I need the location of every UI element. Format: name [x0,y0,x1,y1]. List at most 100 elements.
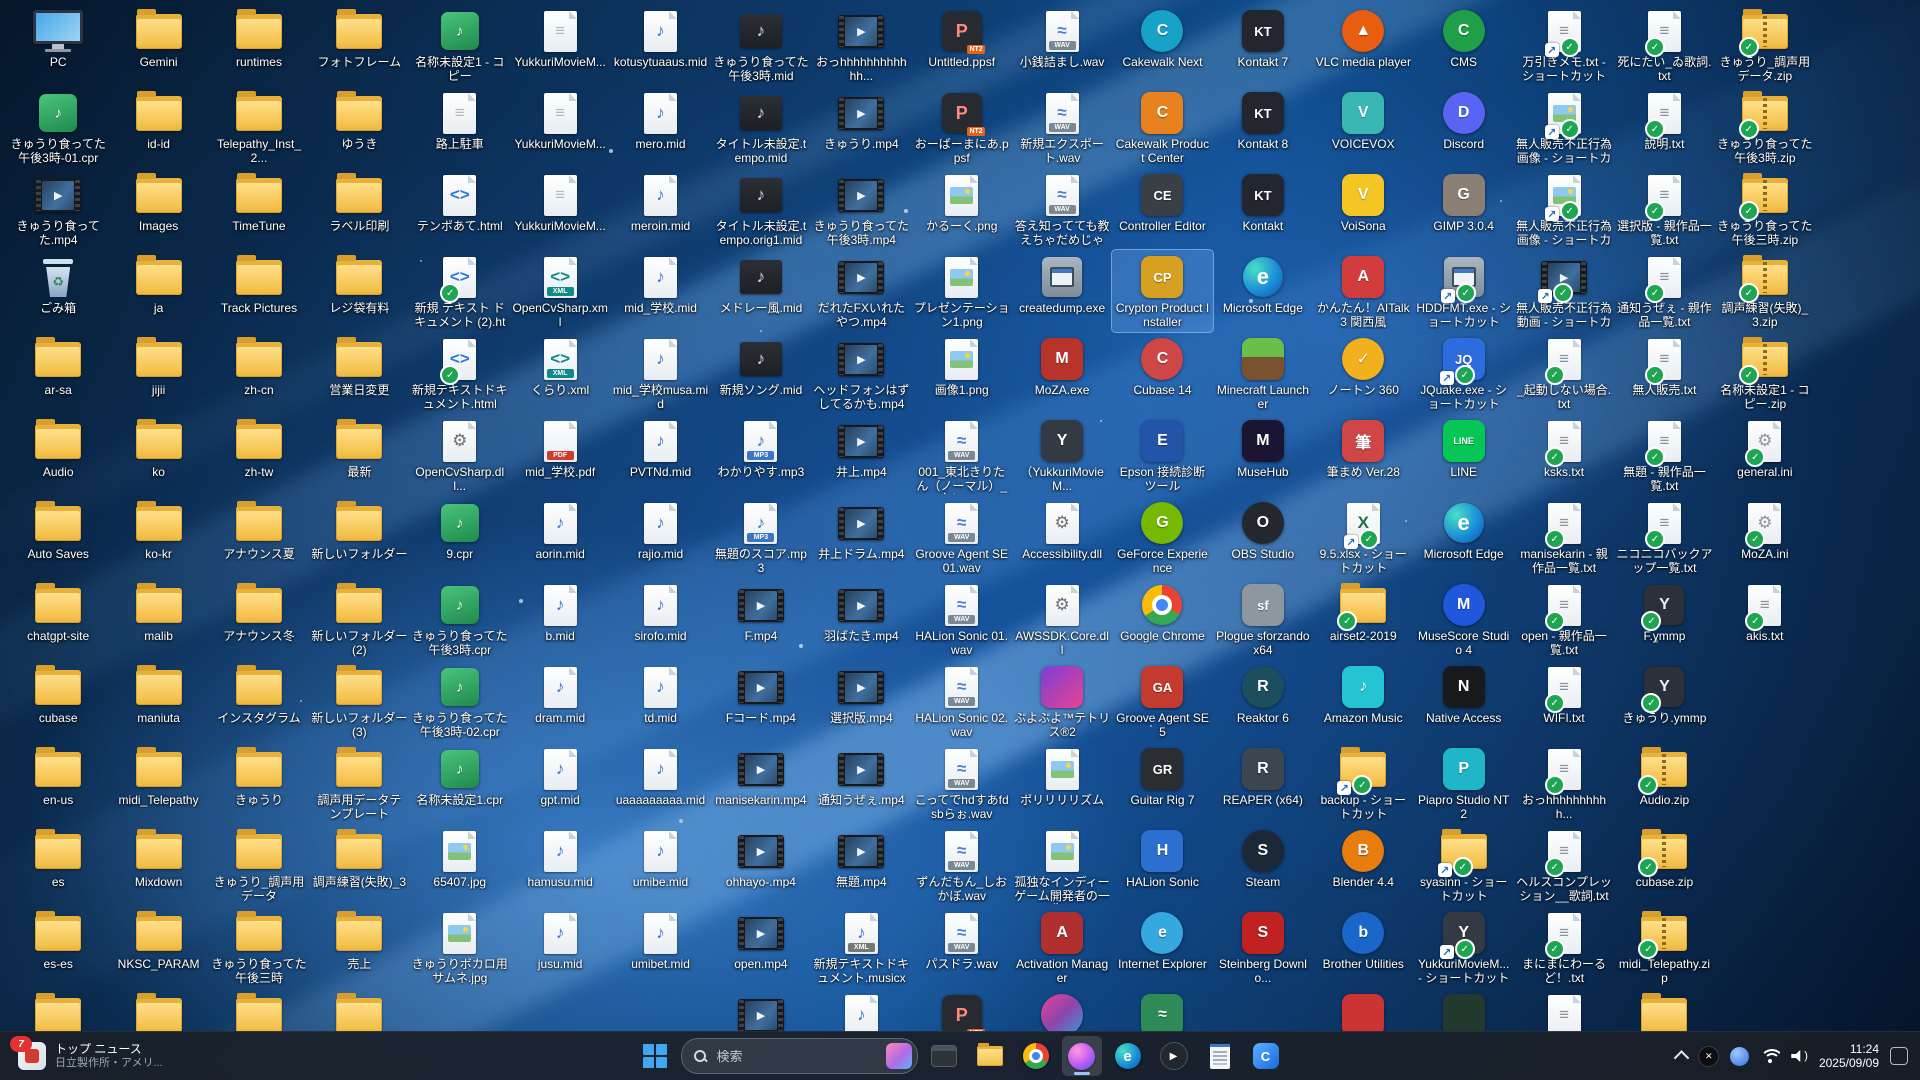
desktop-icon[interactable]: ↗✓無人販売不正行為画像 - ショートカット [1514,168,1614,250]
desktop-icon[interactable]: ≡↗✓万引きメモ.txt - ショートカット [1514,4,1614,86]
desktop-icon[interactable]: レジ袋有料 [309,250,409,332]
desktop-icon[interactable]: GAGroove Agent SE 5 [1112,660,1212,742]
desktop-icon[interactable]: SSteam [1213,824,1313,906]
desktop-icon[interactable]: ▶井上ドラム.mp4 [811,496,911,578]
desktop-icon[interactable]: ♪ [811,988,911,1032]
desktop-icon[interactable]: ✓きゅうり食ってた午後3時.zip [1715,86,1815,168]
desktop-icon[interactable]: GGeForce Experience [1112,496,1212,578]
desktop-icon[interactable]: zh-tw [209,414,309,496]
desktop-icon[interactable]: Google Chrome [1112,578,1212,660]
desktop-icon[interactable]: ✓ノートン 360 [1313,332,1413,414]
desktop-icon[interactable]: NNative Access [1413,660,1513,742]
chrome-icon[interactable] [1016,1036,1056,1076]
desktop-icon[interactable]: ♪9.cpr [410,496,510,578]
desktop-icon[interactable]: MMuseScore Studio 4 [1413,578,1513,660]
desktop-icon[interactable]: ▶きゅうり食ってた午後3時.mp4 [811,168,911,250]
desktop-icon[interactable]: ja [108,250,208,332]
desktop-icon[interactable]: ≈WAVパスドラ.wav [912,906,1012,988]
notification-icon[interactable] [1890,1047,1908,1065]
desktop-icon[interactable]: ≈WAVHALion Sonic 01.wav [912,578,1012,660]
desktop-icon[interactable]: ✓きゅうり食ってた午後三時.zip [1715,168,1815,250]
file-explorer-icon[interactable] [970,1036,1010,1076]
desktop-icon[interactable]: BBlender 4.4 [1313,824,1413,906]
desktop-icon[interactable]: ▶だれたFXいれたやつ.mp4 [811,250,911,332]
desktop-icon[interactable]: ♪meroin.mid [610,168,710,250]
desktop-icon[interactable]: ≡✓無人販売.txt [1614,332,1714,414]
desktop-icon[interactable]: ⚙OpenCvSharp.dll... [410,414,510,496]
desktop-icon[interactable]: ≈WAV答え知ってても教えちゃだめじゃん.wav [1012,168,1112,250]
desktop-icon[interactable]: ▶無題.mp4 [811,824,911,906]
desktop-icon[interactable]: 新しいフォルダー [309,496,409,578]
desktop-icon[interactable]: ♪jusu.mid [510,906,610,988]
desktop-icon[interactable]: ▶きゅうり.mp4 [811,86,911,168]
desktop-icon[interactable]: zh-cn [209,332,309,414]
desktop-icon[interactable] [1413,988,1513,1032]
desktop-icon[interactable]: ♪タイトル未設定.tempo.mid [711,86,811,168]
desktop-icon[interactable]: ≈ [1112,988,1212,1032]
desktop-icon[interactable] [309,988,409,1032]
desktop-icon[interactable]: ♪PVTNd.mid [610,414,710,496]
desktop-icon[interactable]: <>XMLくらり.xml [510,332,610,414]
volume-icon[interactable]: ) [1791,1050,1808,1062]
desktop-icon[interactable]: ゆうき [309,86,409,168]
desktop-icon[interactable]: 営業日変更 [309,332,409,414]
desktop-icon[interactable]: Mixdown [108,824,208,906]
desktop-icon[interactable]: malib [108,578,208,660]
desktop-icon[interactable]: <>✓新規テキストドキュメント.html [410,332,510,414]
desktop-icon[interactable]: インスタグラム [209,660,309,742]
desktop-icon[interactable]: OOBS Studio [1213,496,1313,578]
desktop-icon[interactable]: ≡✓ニコニコバックアップ一覧.txt [1614,496,1714,578]
desktop-icon[interactable]: MMoZA.exe [1012,332,1112,414]
desktop-icon[interactable]: ♪uaaaaaaaaa.mid [610,742,710,824]
desktop-icon[interactable]: ♪umibet.mid [610,906,710,988]
desktop-icon[interactable] [209,988,309,1032]
desktop-icon[interactable]: 調声練習(失敗)_3 [309,824,409,906]
desktop-icon[interactable]: ⚙AWSSDK.Core.dll [1012,578,1112,660]
blue-app-icon[interactable]: C [1246,1036,1286,1076]
desktop-icon[interactable]: PNT2 [912,988,1012,1032]
desktop-icon[interactable]: ▲VLC media player [1313,4,1413,86]
desktop-icon[interactable]: ≈WAVこってでhdすあfdsbらぉ.wav [912,742,1012,824]
tray-x-app-icon[interactable]: ✕ [1698,1046,1719,1067]
desktop-icon[interactable]: ≡✓manisekarin - 親作品一覧.txt [1514,496,1614,578]
desktop-icon[interactable]: ♪Amazon Music [1313,660,1413,742]
desktop-icon[interactable] [1614,988,1714,1032]
desktop-icon[interactable]: ≈WAVずんだもん_しおかぼ.wav [912,824,1012,906]
desktop-icon[interactable]: ⚙Accessibility.dll [1012,496,1112,578]
desktop-icon[interactable]: <>✓新規 テキスト ドキュメント (2).html [410,250,510,332]
desktop-icon[interactable]: LINELINE [1413,414,1513,496]
desktop-icon[interactable]: VVoiSona [1313,168,1413,250]
desktop-icon[interactable]: フォトフレーム [309,4,409,86]
desktop-icon[interactable]: ≡✓死にたい_ゐ歌詞.txt [1614,4,1714,86]
desktop-icon[interactable]: ▶manisekarin.mp4 [711,742,811,824]
desktop-icon[interactable]: ♪gpt.mid [510,742,610,824]
desktop-icon[interactable]: 筆筆まめ Ver.28 [1313,414,1413,496]
desktop-icon[interactable]: ♪きゅうり食ってた午後3時.mid [711,4,811,86]
desktop-icon[interactable]: ♪XML新規テキストドキュメント.musicxml [811,906,911,988]
desktop-icon[interactable]: ≡✓akis.txt [1715,578,1815,660]
desktop-icon[interactable]: ♪名称未設定1 - コピー [410,4,510,86]
desktop-icon[interactable]: ♪きゅうり食ってた午後3時.cpr [410,578,510,660]
desktop-icon[interactable]: ▶きゅうり食ってた.mp4 [8,168,108,250]
media-app-icon[interactable] [1062,1036,1102,1076]
desktop-icon[interactable]: ≡✓ヘルスコンプレッション__歌詞.txt [1514,824,1614,906]
desktop-icon[interactable]: es [8,824,108,906]
desktop-icon[interactable]: ♪名称未設定1.cpr [410,742,510,824]
desktop-icon[interactable]: Gemini [108,4,208,86]
desktop-icon[interactable]: ▶Fコード.mp4 [711,660,811,742]
desktop-icon[interactable]: ≡✓open - 親作品一覧.txt [1514,578,1614,660]
desktop-icon[interactable]: <>テンポあて.html [410,168,510,250]
desktop-icon[interactable]: createdump.exe [1012,250,1112,332]
desktop-icon[interactable]: Telepathy_Inst_2... [209,86,309,168]
desktop-icon[interactable]: X↗✓9.5.xlsx - ショートカット [1313,496,1413,578]
search-highlight-icon[interactable] [886,1043,912,1069]
desktop-icon[interactable] [108,988,208,1032]
desktop-icon[interactable]: ko-kr [108,496,208,578]
desktop-icon[interactable]: きゅうりボカロ用サムネ.jpg [410,906,510,988]
desktop-icon[interactable]: ko [108,414,208,496]
desktop-icon[interactable]: ポリリリリズム [1012,742,1112,824]
start-button[interactable] [635,1036,675,1076]
desktop-icon[interactable]: ≡✓無題 - 親作品一覧.txt [1614,414,1714,496]
desktop-icon[interactable]: midi_Telepathy [108,742,208,824]
desktop-icon[interactable]: きゅうり_調声用データ [209,824,309,906]
